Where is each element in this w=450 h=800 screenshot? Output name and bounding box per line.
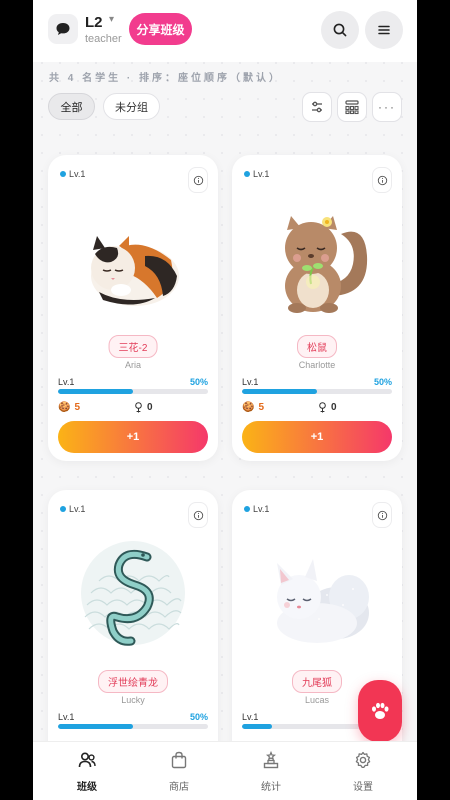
food-count-value: 5	[74, 402, 81, 413]
nav-label: 设置	[353, 782, 373, 793]
user-role: teacher	[85, 33, 122, 45]
card-info-button[interactable]	[372, 502, 392, 528]
pet-name-badge[interactable]: 三花-2	[108, 335, 158, 358]
food-bag-icon: 🍪	[58, 402, 71, 413]
xp-progress-fill	[58, 389, 133, 394]
level-tag: Lv.1	[60, 504, 85, 514]
level-dot	[60, 506, 66, 512]
xp-progress-bar	[58, 389, 208, 394]
app-screen: L2 ▾ teacher 分享班级 共 4 名学生 · 排序：座位顺序（默认） …	[33, 0, 417, 800]
nav-tab-settings[interactable]: 设置	[328, 750, 398, 793]
level-tag-text: Lv.1	[253, 169, 270, 179]
nav-tab-class[interactable]: 班级	[52, 750, 122, 793]
chat-button[interactable]	[48, 14, 78, 44]
nine-tailed-fox-pet-image	[277, 559, 369, 643]
student-count-summary: 共 4 名学生 · 排序：座位顺序（默认）	[49, 73, 283, 84]
squirrel-pet-image	[285, 216, 368, 313]
people-icon	[78, 752, 96, 768]
seating-layout-button[interactable]	[337, 92, 367, 122]
xp-progress-fill	[242, 389, 317, 394]
xp-level-label: Lv.1	[58, 377, 75, 387]
badge-count: 0	[318, 402, 337, 413]
info-circle-icon	[193, 175, 203, 185]
nav-tab-stats[interactable]: 统计	[236, 750, 306, 793]
azure-dragon-pet-image	[81, 541, 185, 646]
student-name: Charlotte	[298, 360, 336, 370]
info-circle-icon	[377, 510, 387, 520]
menu-button[interactable]	[365, 11, 403, 49]
filter-all-chip[interactable]: 全部	[48, 93, 95, 120]
xp-level-label: Lv.1	[58, 712, 75, 722]
nav-label: 统计	[261, 782, 281, 793]
xp-progress-fill	[58, 724, 133, 729]
level-dot	[60, 171, 66, 177]
bottom-nav: 班级 商店 统计 设置	[33, 741, 417, 800]
search-icon	[333, 23, 347, 37]
food-count-value: 5	[258, 402, 265, 413]
info-circle-icon	[377, 175, 387, 185]
badge-count-value: 0	[147, 402, 153, 413]
pet-name-badge[interactable]: 松鼠	[297, 335, 337, 358]
podium-icon	[263, 750, 279, 769]
food-count: 🍪 5	[242, 402, 264, 413]
student-card[interactable]: Lv.1 松鼠 Charlotte Lv.1 50% 🍪 5 0 +1	[232, 155, 402, 461]
search-button[interactable]	[321, 11, 359, 49]
share-class-button[interactable]: 分享班级	[129, 13, 192, 45]
hamburger-menu-icon	[378, 25, 390, 35]
add-point-button[interactable]: +1	[58, 421, 208, 453]
add-point-button[interactable]: +1	[242, 421, 392, 453]
calico-cat-pet-image	[91, 236, 179, 306]
paw-icon	[372, 702, 389, 719]
food-count: 🍪 5	[58, 402, 80, 413]
class-name[interactable]: L2	[85, 14, 103, 31]
card-info-button[interactable]	[188, 167, 208, 193]
more-dots-icon: ···	[378, 100, 396, 114]
level-tag-text: Lv.1	[69, 504, 86, 514]
level-tag: Lv.1	[60, 169, 85, 179]
xp-percent: 50%	[373, 377, 392, 387]
medal-icon	[135, 402, 142, 413]
xp-percent: 50%	[189, 712, 208, 722]
pet-paw-fab[interactable]	[358, 680, 402, 742]
card-info-button[interactable]	[188, 502, 208, 528]
seat-grid-icon	[345, 100, 359, 115]
nav-label: 班级	[77, 782, 97, 793]
badge-count: 0	[134, 402, 153, 413]
student-name: Lucky	[121, 695, 145, 705]
student-name: Aria	[124, 360, 141, 370]
xp-level-label: Lv.1	[242, 377, 259, 387]
level-tag-text: Lv.1	[253, 504, 270, 514]
nav-label: 商店	[169, 782, 189, 793]
pet-name-badge[interactable]: 浮世绘青龙	[98, 670, 168, 693]
nav-tab-shop[interactable]: 商店	[144, 750, 214, 793]
student-card[interactable]: Lv.1 三花-2 Aria Lv.1 50% 🍪 5 0 +1	[48, 155, 218, 461]
chat-bubble-icon	[56, 23, 70, 35]
card-info-button[interactable]	[372, 167, 392, 193]
shopping-bag-icon	[171, 751, 187, 769]
filter-settings-button[interactable]	[302, 92, 332, 122]
gear-icon	[355, 751, 371, 769]
sliders-icon	[312, 101, 322, 113]
food-bag-icon: 🍪	[242, 402, 255, 413]
xp-level-label: Lv.1	[242, 712, 259, 722]
xp-percent: 50%	[189, 377, 208, 387]
badge-count-value: 0	[331, 402, 337, 413]
info-circle-icon	[193, 510, 203, 520]
level-dot	[244, 506, 250, 512]
xp-progress-fill	[242, 724, 272, 729]
level-tag: Lv.1	[244, 504, 269, 514]
pet-name-badge[interactable]: 九尾狐	[292, 670, 342, 693]
chevron-down-icon[interactable]: ▾	[109, 14, 114, 25]
top-header: L2 ▾ teacher 分享班级	[33, 0, 417, 62]
level-dot	[244, 171, 250, 177]
xp-progress-bar	[242, 389, 392, 394]
more-options-button[interactable]: ···	[372, 92, 402, 122]
xp-progress-bar	[58, 724, 208, 729]
level-tag-text: Lv.1	[69, 169, 86, 179]
level-tag: Lv.1	[244, 169, 269, 179]
filter-ungrouped-chip[interactable]: 未分组	[103, 93, 160, 120]
medal-icon	[319, 402, 326, 413]
